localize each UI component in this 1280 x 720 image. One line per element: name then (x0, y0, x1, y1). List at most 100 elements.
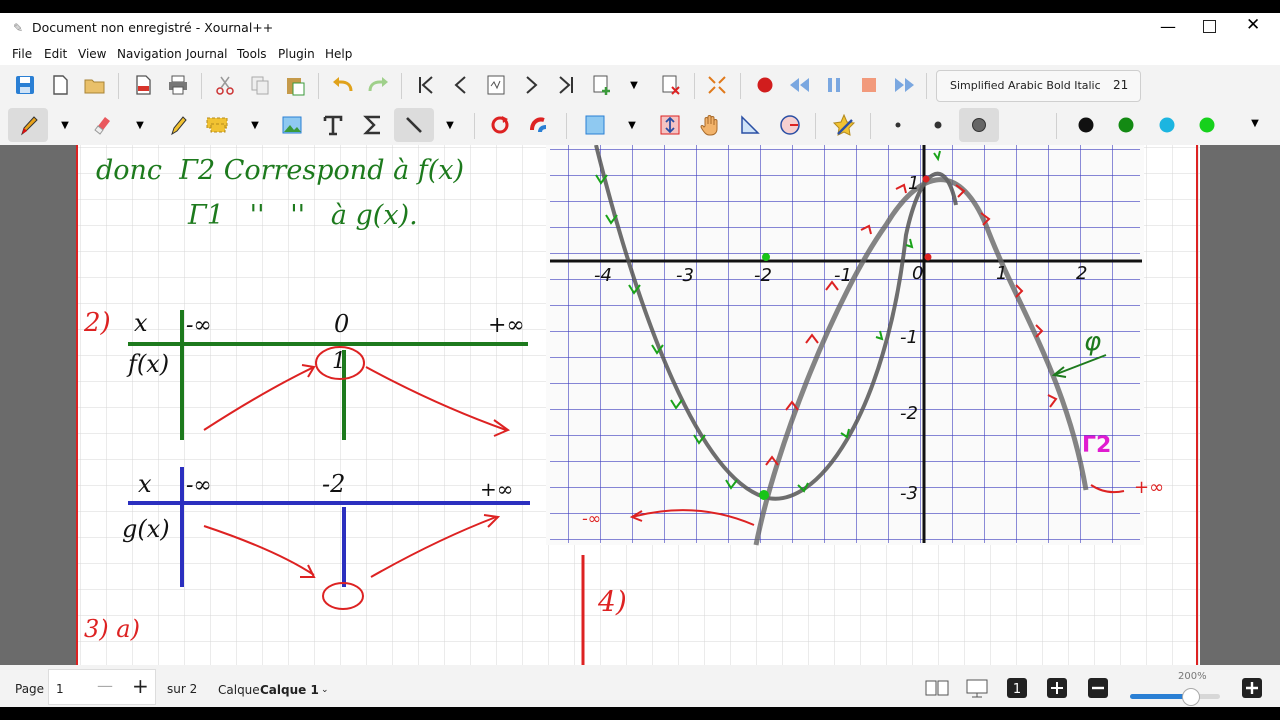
zoom-fit-icon[interactable] (1046, 677, 1068, 702)
delete-page-icon[interactable] (659, 73, 683, 97)
notebook-page[interactable]: donc Γ2 Correspond à f(x) Γ1 '' '' à g(x… (76, 145, 1200, 665)
fill-icon[interactable] (583, 113, 607, 137)
previous-page-icon[interactable] (449, 73, 473, 97)
compass-icon[interactable] (778, 113, 802, 137)
zoom-slider-fill (1130, 694, 1190, 699)
fast-forward-icon[interactable] (892, 73, 916, 97)
menu-journal[interactable]: Journal (186, 47, 228, 61)
graph-ytick: 1 (908, 173, 920, 194)
thickness-medium-icon[interactable] (926, 113, 950, 137)
print-icon[interactable] (166, 73, 190, 97)
svg-text:1: 1 (1013, 682, 1021, 697)
maximize-icon[interactable] (1203, 20, 1216, 33)
table1-zero: 0 (334, 310, 350, 338)
thickness-thick-icon (967, 113, 991, 137)
cut-icon[interactable] (213, 73, 237, 97)
pause-icon[interactable] (822, 73, 846, 97)
eraser-icon[interactable] (90, 113, 114, 137)
rotation-snap-icon[interactable] (488, 113, 512, 137)
page-label: Page (15, 682, 45, 696)
math-tex-icon[interactable] (361, 113, 385, 137)
region-select-icon[interactable] (205, 113, 229, 137)
page-number-value[interactable]: 1 (56, 682, 64, 696)
menu-navigation[interactable]: Navigation (117, 47, 182, 61)
app-icon: ✎ (13, 21, 24, 35)
layer-dropdown-icon[interactable]: ⌄ (321, 685, 329, 695)
page-number-spinner[interactable]: 1 — + (48, 669, 156, 705)
copy-icon[interactable] (248, 73, 272, 97)
question-3a-label: 3) a) (84, 615, 140, 643)
redo-icon[interactable] (366, 73, 390, 97)
ruler-icon (402, 113, 426, 137)
layer-label: Calque (218, 683, 260, 697)
eraser-dropdown-icon[interactable]: ▼ (128, 113, 152, 137)
more-colors-dropdown-icon[interactable]: ▼ (1243, 111, 1267, 135)
layer-selector[interactable]: Calque 1 (260, 683, 319, 697)
color-lime-icon[interactable] (1195, 113, 1219, 137)
zoom-in-icon[interactable] (1241, 677, 1263, 702)
pen-dropdown-icon[interactable]: ▼ (53, 113, 77, 137)
thickness-thick-button[interactable] (959, 108, 999, 142)
minimize-icon[interactable]: — (1160, 17, 1176, 36)
page-decrement-icon[interactable]: — (97, 676, 113, 695)
zoom-out-icon[interactable] (1087, 677, 1109, 702)
next-page-icon[interactable] (519, 73, 543, 97)
pen-tool-button[interactable] (8, 108, 48, 142)
hand-icon[interactable] (698, 113, 722, 137)
save-icon[interactable] (13, 73, 37, 97)
table2-x-label: x (138, 470, 152, 498)
ruler-tool-button[interactable] (394, 108, 434, 142)
new-document-icon[interactable] (48, 73, 72, 97)
rewind-icon[interactable] (788, 73, 812, 97)
two-page-view-icon[interactable] (925, 679, 949, 700)
export-pdf-icon[interactable] (131, 73, 155, 97)
fill-dropdown-icon[interactable]: ▼ (620, 113, 644, 137)
table2-minus-infinity: -∞ (186, 473, 212, 498)
grid-snap-icon[interactable] (528, 113, 552, 137)
color-cyan-icon[interactable] (1155, 113, 1179, 137)
highlighter-icon[interactable] (165, 113, 189, 137)
undo-icon[interactable] (331, 73, 355, 97)
select-dropdown-icon[interactable]: ▼ (243, 113, 267, 137)
color-picker-icon[interactable] (1021, 113, 1045, 137)
shape-dropdown-icon[interactable]: ▼ (438, 113, 462, 137)
zoom-100-icon[interactable]: 1 (1006, 677, 1028, 702)
graph-xtick: -4 (594, 265, 612, 286)
fullscreen-icon[interactable] (705, 73, 729, 97)
menu-edit[interactable]: Edit (44, 47, 67, 61)
font-selector-button[interactable]: Simplified Arabic Bold Italic 21 (936, 70, 1141, 102)
graph-label-gamma2: Γ2 (1082, 433, 1112, 458)
presentation-mode-icon[interactable] (965, 678, 989, 701)
menu-file[interactable]: File (12, 47, 32, 61)
page-increment-icon[interactable]: + (132, 674, 149, 698)
menu-view[interactable]: View (78, 47, 106, 61)
insert-page-icon[interactable] (590, 73, 614, 97)
tools-toolbar: ▼ ▼ ▼ ▼ ▼ ▼ (0, 105, 1280, 145)
setsquare-icon[interactable] (738, 113, 762, 137)
open-folder-icon[interactable] (83, 73, 107, 97)
favorites-icon[interactable] (832, 113, 856, 137)
close-icon[interactable]: ✕ (1246, 15, 1260, 35)
menu-plugin[interactable]: Plugin (278, 47, 315, 61)
thickness-fine-icon[interactable] (886, 113, 910, 137)
color-black-icon[interactable] (1074, 113, 1098, 137)
paste-icon[interactable] (283, 73, 307, 97)
last-page-icon[interactable] (554, 73, 578, 97)
text-tool-icon[interactable] (321, 113, 345, 137)
vertical-space-icon[interactable] (658, 113, 682, 137)
zoom-slider-handle[interactable] (1182, 688, 1200, 706)
image-icon[interactable] (280, 113, 304, 137)
goto-page-icon[interactable] (484, 73, 508, 97)
table1-minus-infinity: -∞ (186, 313, 212, 338)
menu-tools[interactable]: Tools (237, 47, 267, 61)
stop-icon[interactable] (857, 73, 881, 97)
menu-help[interactable]: Help (325, 47, 352, 61)
graph-xtick: -3 (676, 265, 694, 286)
record-icon[interactable] (753, 73, 777, 97)
zoom-slider[interactable] (1130, 688, 1220, 706)
main-toolbar: ▼ Simplified Arabic Bold Italic 21 (0, 65, 1280, 105)
first-page-icon[interactable] (414, 73, 438, 97)
table1-x-label: x (134, 309, 148, 337)
insert-page-dropdown-icon[interactable]: ▼ (622, 73, 646, 97)
color-green-icon[interactable] (1114, 113, 1138, 137)
